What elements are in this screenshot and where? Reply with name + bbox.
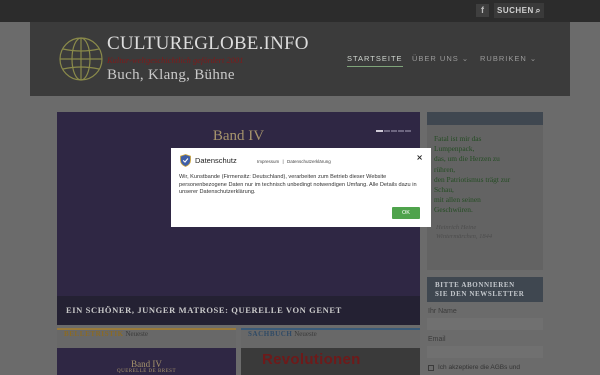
dialog-links: Impressum | Datenschutzerklärung [257,159,331,164]
category-label[interactable]: BELLETRISTIK Neueste [57,330,236,348]
category-sachbuch[interactable]: SACHBUCH Neueste Revolutionen [241,328,420,375]
thumbnail-title: Band IV [131,359,162,369]
nav-ueber-uns[interactable]: ÜBER UNS ⌄ [412,54,469,63]
privacy-dialog: Datenschutz Impressum | Datenschutzerklä… [171,148,431,227]
thumbnail-title: Revolutionen [262,351,361,368]
category-name: BELLETRISTIK [64,330,124,338]
newsletter-heading: BITTE ABONNIEREN SIE DEN NEWSLETTER [427,277,543,302]
dialog-body: Wir, Kunstbande (Firmensitz: Deutschland… [179,174,417,196]
name-field[interactable] [427,318,543,330]
quote-line: den Patriotismus trägt zur [434,174,511,184]
thumbnail-subtitle: QUERELLE DE BREST [116,369,177,374]
quote-line: Fatal ist mir das [434,134,482,143]
search-button[interactable]: SUCHEN ⌕ [494,3,544,18]
quote-line: Schau, [434,185,454,195]
nav-rubriken[interactable]: RUBRIKEN ⌄ [480,54,537,63]
shield-icon [180,154,191,167]
category-thumbnail[interactable]: Band IV QUERELLE DE BREST [57,348,236,375]
impressum-link[interactable]: Impressum [257,159,279,164]
slider-caption[interactable]: EIN SCHÖNER, JUNGER MATROSE: QUERELLE VO… [57,296,420,325]
category-thumbnail[interactable]: Revolutionen [241,348,420,375]
quote-attribution: Heinrich Heine Wintermärchen, 1844 [427,216,543,241]
category-suffix: Neueste [294,330,317,338]
newsletter-heading-line: SIE DEN NEWSLETTER [435,290,525,298]
quote-widget-header [427,112,543,125]
slider-heading: Band IV [212,128,265,144]
consent-checkbox[interactable] [428,365,434,371]
category-suffix: Neueste [125,330,149,338]
globe-logo-icon[interactable] [58,36,104,82]
search-label: SUCHEN [497,6,534,15]
consent-label: Ich akzeptiere die AGBs und [438,364,521,371]
quote-line: mit allen seinen [434,195,481,205]
quote-line: Lumpenpack, [434,144,475,154]
site-tagline: Buch, Klang, Bühne [107,67,235,83]
name-label: Ihr Name [428,308,457,315]
quote-source: Wintermärchen, 1844 [436,232,493,240]
site-title[interactable]: CULTUREGLOBE.INFO [107,33,309,55]
top-bar: f SUCHEN ⌕ [0,0,600,22]
search-icon: ⌕ [535,5,541,15]
category-label[interactable]: SACHBUCH Neueste [241,330,420,348]
dialog-title: Datenschutz [195,156,237,165]
quote-author: Heinrich Heine [436,223,477,231]
category-belletristik[interactable]: BELLETRISTIK Neueste Band IV QUERELLE DE… [57,328,236,375]
privacy-policy-link[interactable]: Datenschutzerklärung [287,159,331,164]
quote-line: Geschwüren. [434,205,473,215]
site-header: CULTUREGLOBE.INFO Kultur-weltgeschichtli… [30,22,570,96]
nav-startseite[interactable]: STARTSEITE [347,54,403,67]
quote-line: rühren, [434,164,456,174]
category-name: SACHBUCH [248,330,293,338]
newsletter-heading-line: BITTE ABONNIEREN [435,281,515,289]
quote-line: das, um die Herzen zu [434,154,500,164]
quote-text: Fatal ist mir das Lumpenpack, das, um di… [427,125,543,216]
link-separator: | [282,159,284,164]
site-subtitle: Kultur-weltgeschichtlich gefördert 2001 [107,55,244,65]
email-field[interactable] [427,346,543,358]
quote-widget: Fatal ist mir das Lumpenpack, das, um di… [427,112,543,270]
facebook-icon[interactable]: f [476,4,489,17]
email-label: Email [428,336,446,343]
close-icon[interactable]: × [416,153,423,162]
ok-button[interactable]: OK [392,207,420,219]
